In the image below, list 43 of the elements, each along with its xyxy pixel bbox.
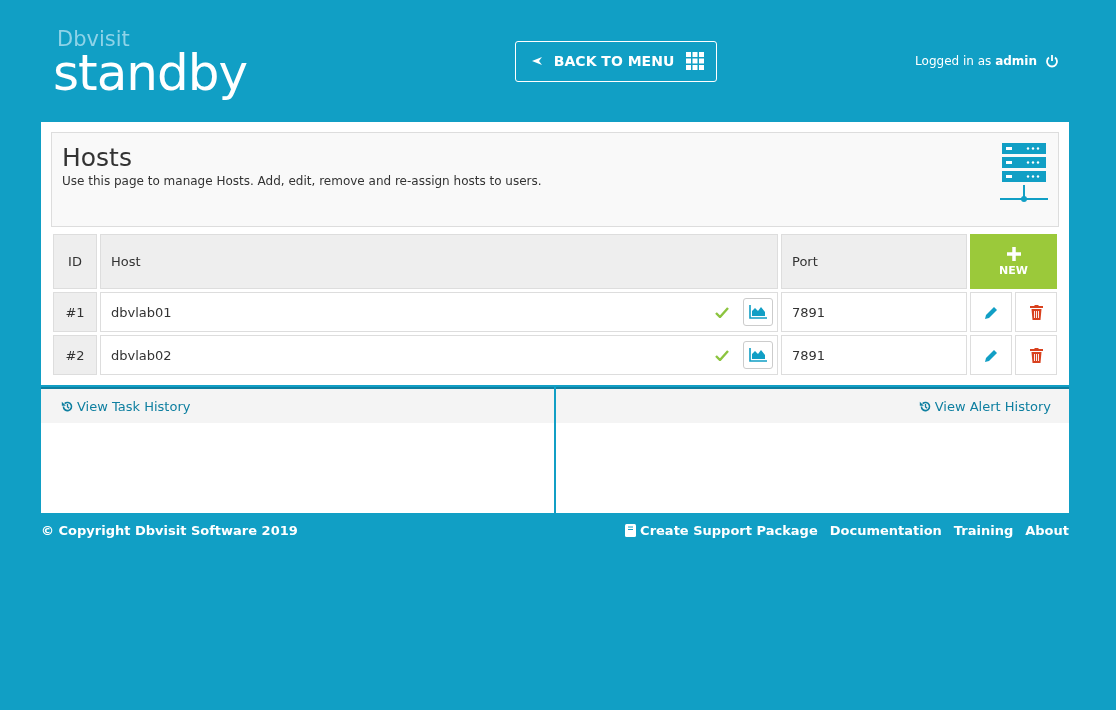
back-arrow-icon (531, 57, 542, 65)
chart-button[interactable] (743, 341, 773, 369)
page-description: Use this page to manage Hosts. Add, edit, remove and re-assign hosts to users. (62, 174, 542, 188)
edit-button[interactable] (970, 292, 1012, 332)
plus-icon (1005, 246, 1022, 262)
column-header: Port (781, 234, 967, 289)
page-title: Hosts (62, 143, 133, 172)
footer-link[interactable]: About (1025, 523, 1069, 538)
history-link[interactable]: View Task History (61, 398, 191, 414)
table-cell: 7891 (781, 335, 967, 375)
logo-brand: Dbvisit (57, 28, 131, 50)
server-network-icon (1000, 143, 1048, 205)
pencil-icon (983, 304, 999, 320)
table-cell: #2 (53, 335, 97, 375)
book-icon (625, 524, 637, 537)
logo-product: standby (53, 47, 248, 98)
area-chart-icon (749, 305, 767, 319)
table-cell: dbvlab01 (100, 292, 778, 332)
copyright-text: © Copyright Dbvisit Software 2019 (41, 523, 298, 538)
footer-link[interactable]: Create Support Package (625, 523, 818, 538)
back-to-menu-button[interactable]: BACK TO MENU (514, 40, 718, 82)
trash-icon (1029, 304, 1043, 320)
logged-in-label: Logged in as admin (915, 54, 1037, 68)
area-chart-icon (749, 348, 767, 362)
delete-button[interactable] (1015, 292, 1057, 332)
trash-icon (1029, 347, 1043, 363)
table-cell: dbvlab02 (100, 335, 778, 375)
power-icon[interactable] (1045, 54, 1059, 68)
delete-button[interactable] (1015, 335, 1057, 375)
pencil-icon (983, 347, 999, 363)
history-icon (918, 399, 932, 413)
table-cell: 7891 (781, 292, 967, 332)
grid-icon (686, 52, 705, 70)
new-button[interactable]: NEW (970, 234, 1057, 289)
chart-button[interactable] (743, 298, 773, 326)
edit-button[interactable] (970, 335, 1012, 375)
column-header: ID (53, 234, 97, 289)
column-header: Host (100, 234, 778, 289)
footer-link[interactable]: Training (953, 523, 1014, 538)
history-icon (61, 399, 74, 413)
footer-link[interactable]: Documentation (829, 523, 942, 538)
history-link[interactable]: View Alert History (918, 398, 1051, 414)
table-cell: #1 (53, 292, 97, 332)
